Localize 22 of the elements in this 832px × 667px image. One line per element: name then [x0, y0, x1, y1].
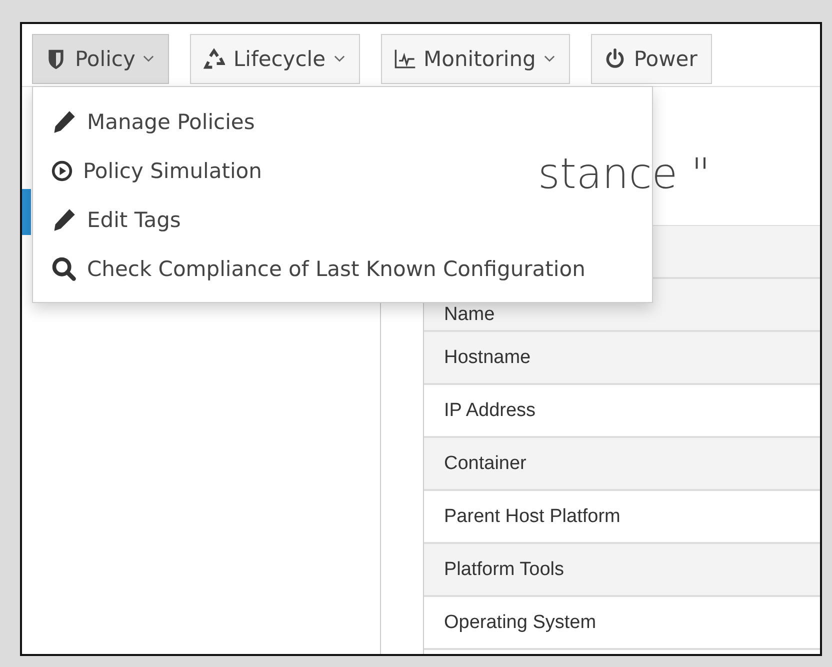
table-cell: IP Address — [444, 400, 536, 422]
play-circle-icon — [51, 160, 73, 182]
power-icon — [604, 48, 626, 70]
menu-item[interactable]: Policy Simulation — [51, 146, 262, 195]
toolbar-dropdown-button[interactable]: Power — [590, 34, 712, 84]
table-cell: Platform Tools — [444, 558, 564, 580]
table-cell: Name — [444, 304, 495, 326]
recycle-icon — [203, 48, 226, 70]
line-chart-icon — [394, 48, 416, 70]
menu-item[interactable]: Edit Tags — [51, 195, 181, 244]
search-icon — [51, 256, 77, 282]
page-heading: stance " — [537, 148, 710, 200]
toolbar-dropdown-button[interactable]: Policy — [32, 34, 170, 84]
toolbar-dropdown-button[interactable]: Lifecycle — [190, 34, 360, 84]
sidebar-selection-bar — [22, 189, 31, 235]
menu-item[interactable]: Manage Policies — [51, 97, 255, 146]
table-cell: Container — [444, 452, 526, 474]
table-cell: Parent Host Platform — [444, 506, 620, 528]
menu-item[interactable]: Check Compliance of Last Known Configuration — [51, 244, 586, 293]
toolbar-dropdown-button[interactable]: Monitoring — [380, 34, 570, 84]
table-cell: Operating System — [444, 612, 596, 634]
table-cell: Hostname — [444, 346, 531, 368]
